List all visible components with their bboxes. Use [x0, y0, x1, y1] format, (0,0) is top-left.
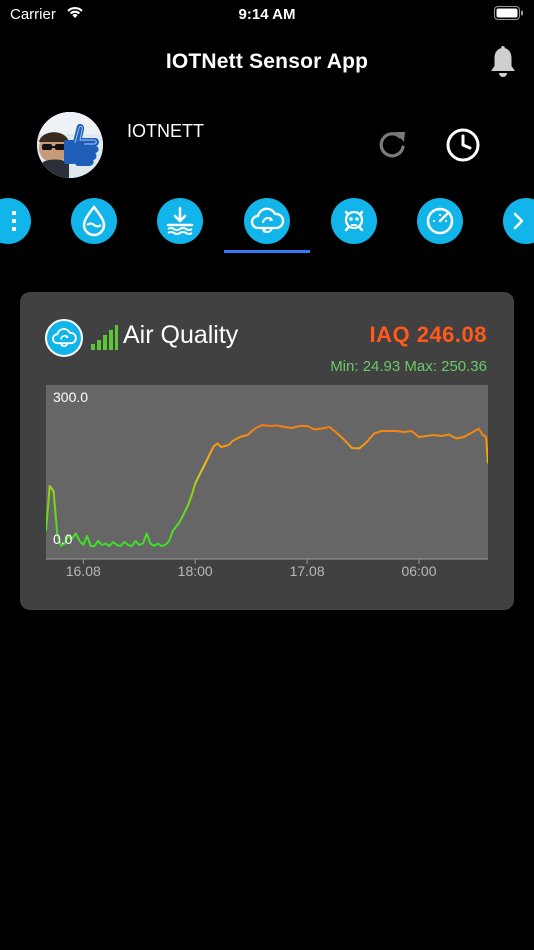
avatar[interactable]	[37, 112, 103, 178]
y-tick-label: 0.0	[53, 531, 73, 547]
signal-strength-icon	[90, 325, 118, 356]
max-value: 250.36	[441, 358, 487, 375]
iaq-chart-svg	[46, 385, 488, 564]
tab-humidity[interactable]	[71, 198, 117, 244]
plot-background	[46, 385, 488, 559]
toxic-gas-icon	[344, 210, 364, 232]
min-label: Min:	[330, 358, 359, 375]
status-bar: Carrier 9:14 AM	[0, 0, 534, 30]
x-tick-label: 17.08	[289, 563, 325, 579]
max-label: Max:	[404, 358, 437, 375]
humidity-drop-icon	[82, 204, 106, 237]
bell-icon[interactable]	[487, 45, 519, 84]
tab-next[interactable]	[503, 198, 534, 244]
x-tick-label: 16.08	[65, 563, 101, 579]
x-tick-label: 06:00	[401, 563, 437, 579]
battery-icon	[494, 6, 524, 25]
refresh-icon[interactable]	[374, 127, 410, 168]
pressure-gauge-icon	[426, 207, 454, 235]
tab-pressure[interactable]	[417, 198, 463, 244]
list-icon	[12, 211, 16, 231]
tab-list[interactable]	[0, 198, 31, 244]
water-level-icon	[166, 206, 194, 235]
history-clock-icon[interactable]	[444, 126, 482, 169]
min-max-readout: Min: 24.93 Max: 250.36	[330, 358, 487, 375]
clock-time: 9:14 AM	[238, 6, 296, 23]
sensor-card[interactable]: Air Quality IAQ 246.08 Min: 24.93 Max: 2…	[20, 292, 514, 610]
iaq-value: IAQ 246.08	[369, 322, 487, 347]
selected-tab-indicator	[224, 250, 310, 253]
x-tick-label: 18:00	[177, 563, 213, 579]
app-title: IOTNett Sensor App	[165, 50, 369, 73]
iaq-chart[interactable]: 300.0 0.0 16.08 18:00 17.08 06:00	[46, 385, 488, 579]
card-title: Air Quality	[123, 321, 239, 349]
tab-air-quality[interactable]	[244, 198, 290, 244]
air-quality-icon	[45, 319, 83, 357]
profile-name: IOTNETT	[127, 121, 204, 141]
y-tick-label: 300.0	[53, 389, 89, 405]
air-quality-icon	[250, 207, 285, 233]
tab-toxic-gas[interactable]	[331, 198, 377, 244]
tab-water-level[interactable]	[157, 198, 203, 244]
min-value: 24.93	[362, 358, 401, 375]
next-arrow-icon	[513, 212, 524, 230]
